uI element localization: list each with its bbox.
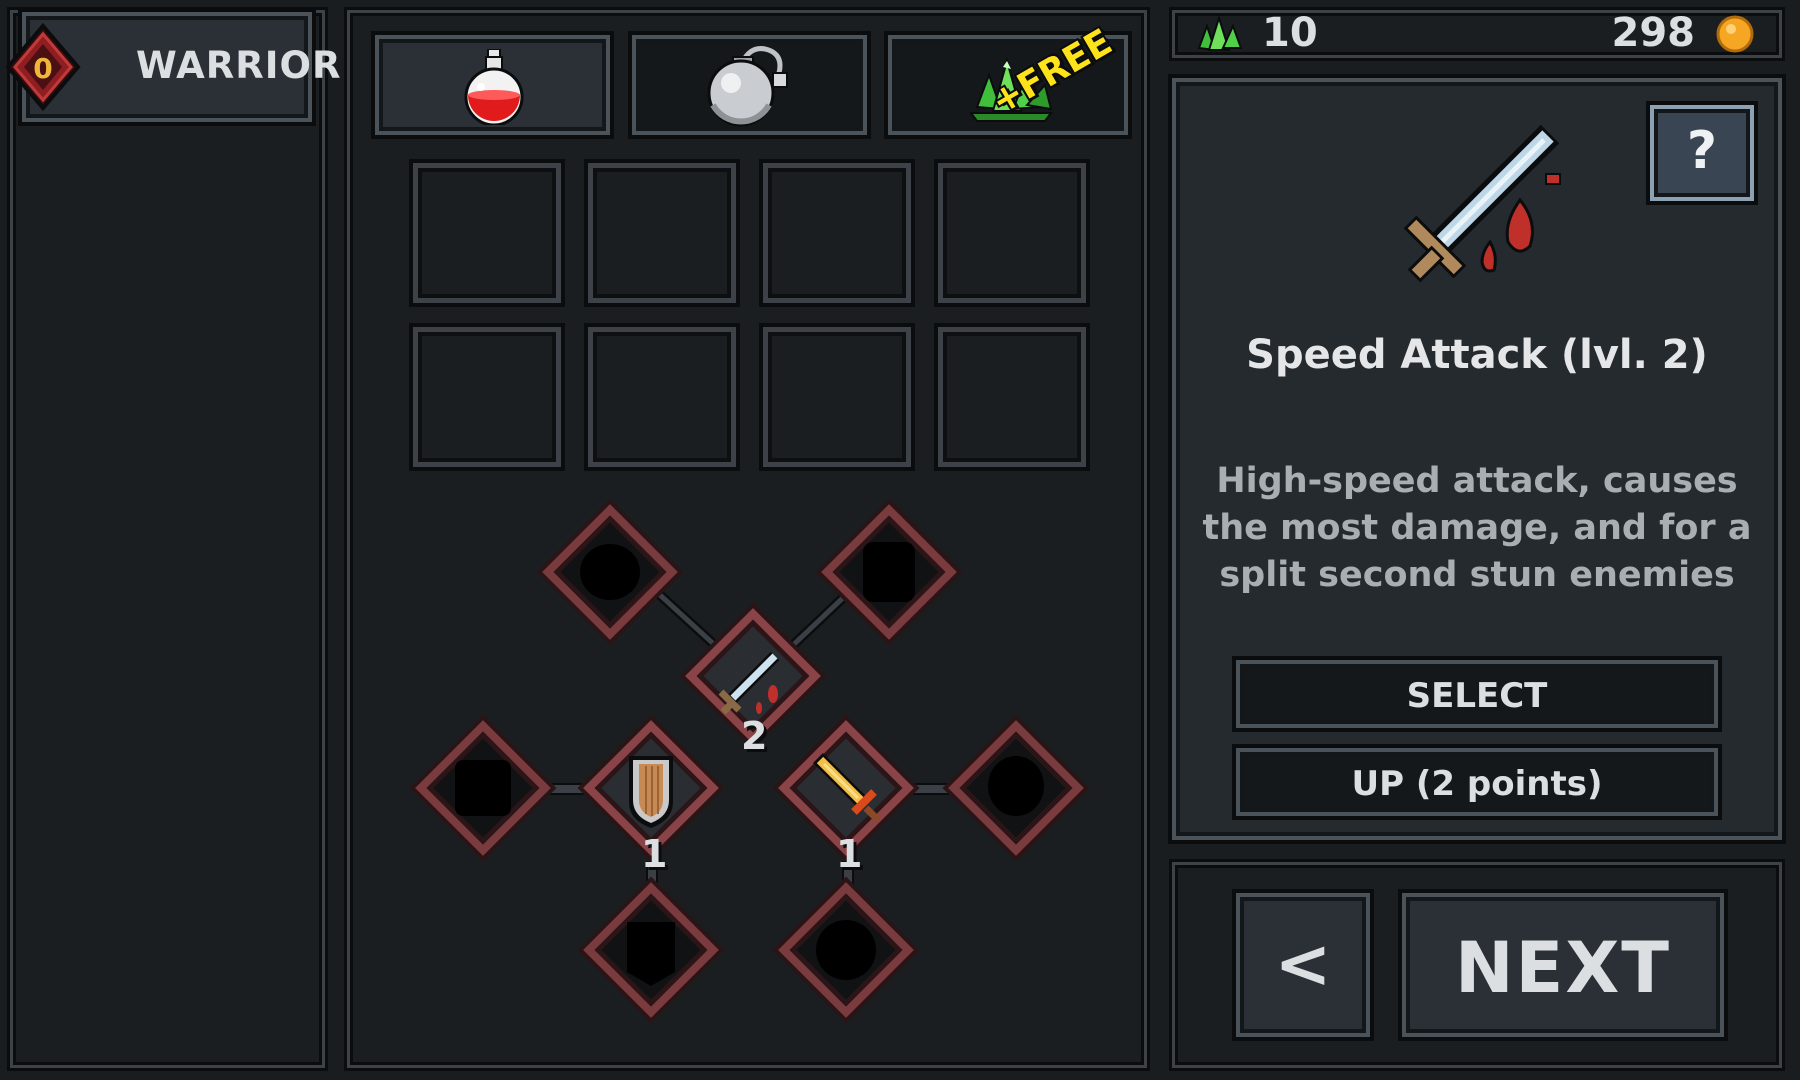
select-label: SELECT — [1406, 676, 1548, 716]
skill-node-locked[interactable] — [583, 882, 719, 1018]
fire-sword-icon — [813, 753, 881, 823]
gem-currency-icon — [1197, 14, 1243, 52]
skill-node-locked[interactable] — [821, 504, 957, 640]
shield-level: 1 — [641, 832, 668, 876]
skill-node-locked[interactable] — [948, 720, 1084, 856]
upgrade-label: UP (2 points) — [1351, 764, 1603, 804]
help-button[interactable]: ? — [1650, 105, 1754, 201]
skill-preview-icon — [1403, 124, 1561, 283]
next-label: NEXT — [1454, 927, 1672, 1009]
speed-attack-level: 2 — [741, 714, 768, 758]
back-label: < — [1274, 925, 1332, 1004]
skill-node-speed-attack[interactable]: 2 — [685, 608, 821, 758]
coin-icon — [1716, 15, 1754, 53]
select-button[interactable]: SELECT — [1236, 660, 1718, 728]
skill-node-locked[interactable] — [542, 504, 678, 640]
shield-icon — [629, 756, 673, 828]
question-icon: ? — [1686, 121, 1718, 181]
skill-node-locked[interactable] — [778, 882, 914, 1018]
skill-description: High-speed attack, causes the most damag… — [1202, 461, 1752, 595]
back-button[interactable]: < — [1236, 893, 1370, 1037]
skill-node-locked[interactable] — [415, 720, 551, 856]
coin-count: 298 — [1611, 10, 1696, 56]
skill-title: Speed Attack (lvl. 2) — [1246, 332, 1708, 378]
upgrade-button[interactable]: UP (2 points) — [1236, 748, 1718, 816]
next-button[interactable]: NEXT — [1402, 893, 1724, 1037]
skill-node-shield[interactable]: 1 — [583, 720, 719, 876]
gem-count: 10 — [1262, 10, 1318, 56]
skill-node-fire-sword[interactable]: 1 — [778, 720, 914, 876]
fire-sword-level: 1 — [836, 832, 863, 876]
